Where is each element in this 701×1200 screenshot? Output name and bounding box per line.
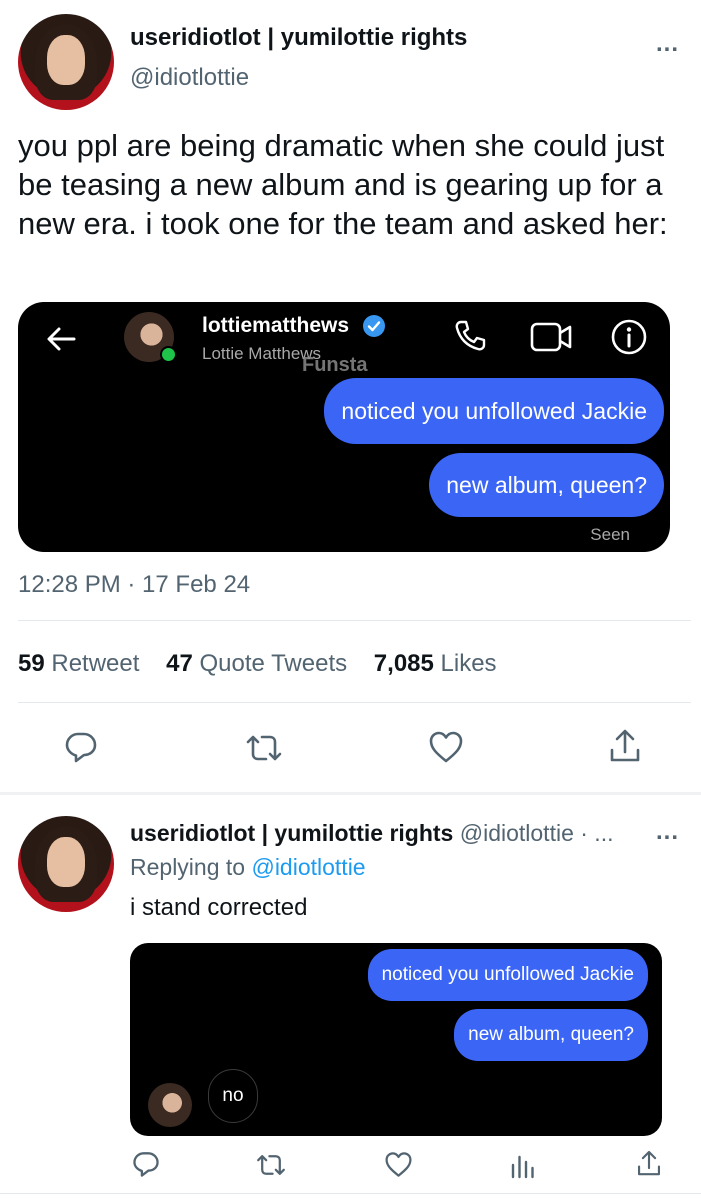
bottom-divider — [0, 1193, 701, 1194]
back-arrow-icon — [47, 327, 76, 351]
phone-call-icon — [455, 320, 486, 351]
share-icon[interactable] — [608, 728, 642, 764]
likes-count: 7,085 — [373, 650, 434, 677]
avatar-face — [46, 35, 86, 86]
retweet-label: Retweet — [51, 650, 140, 677]
dm-message-bubble: new album, queen? — [429, 453, 664, 517]
divider — [18, 620, 691, 621]
section-divider — [0, 792, 701, 795]
reply-icon[interactable] — [132, 1150, 160, 1178]
reply-header: useridiotlot | yumilottie rights @idiotl… — [130, 820, 613, 847]
dm-contact-avatar — [148, 1083, 192, 1127]
replying-handle-link[interactable]: @idiotlottie — [251, 854, 365, 880]
dm-message-bubble: noticed you unfollowed Jackie — [324, 378, 664, 444]
divider — [18, 702, 691, 703]
retweet-icon[interactable] — [244, 732, 284, 764]
tweet-timestamp[interactable]: 12:28 PM · 17 Feb 24 — [18, 571, 250, 599]
likes-stat[interactable]: 7,085 Likes — [374, 650, 497, 677]
like-heart-icon[interactable] — [384, 1151, 413, 1178]
seen-label: Seen — [590, 525, 630, 544]
reply-handle[interactable]: @idiotlottie · ... — [460, 820, 614, 846]
reply-more-options-icon[interactable]: ... — [656, 818, 679, 846]
replying-to-line: Replying to @idiotlottie — [130, 854, 366, 881]
dm-username: lottiematthews — [202, 314, 350, 337]
reply-display-name[interactable]: useridiotlot | yumilottie rights — [130, 820, 453, 846]
dm-message-bubble: noticed you unfollowed Jackie — [367, 949, 648, 1001]
video-call-icon — [530, 322, 572, 352]
likes-label: Likes — [440, 650, 497, 677]
analytics-icon[interactable] — [510, 1151, 536, 1179]
reply-dm-screenshot: noticed you unfollowed Jackie new album,… — [130, 943, 662, 1136]
author-display-name[interactable]: useridiotlot | yumilottie rights — [130, 24, 467, 52]
info-icon — [611, 319, 647, 355]
dm-incoming-bubble: no — [208, 1069, 258, 1123]
watermark-label: Funsta — [302, 354, 368, 376]
quote-label: Quote Tweets — [199, 650, 348, 677]
verified-badge-icon — [363, 315, 385, 337]
retweet-count: 59 — [18, 650, 45, 677]
reply-author-avatar[interactable] — [18, 816, 114, 912]
online-status-dot — [160, 346, 177, 363]
replying-prefix: Replying to — [130, 854, 246, 880]
author-avatar[interactable] — [18, 14, 114, 110]
author-handle[interactable]: @idiotlottie — [130, 64, 249, 92]
avatar-face — [46, 837, 86, 888]
like-heart-icon[interactable] — [428, 730, 464, 764]
quote-tweets-stat[interactable]: 47 Quote Tweets — [166, 650, 347, 677]
reply-icon[interactable] — [64, 730, 98, 764]
more-options-icon[interactable]: ... — [656, 30, 679, 58]
engagement-stats: 59 Retweet 47 Quote Tweets 7,085 Likes — [18, 650, 517, 678]
retweet-icon[interactable] — [255, 1152, 287, 1178]
quote-count: 47 — [166, 650, 193, 677]
dm-message-bubble: new album, queen? — [454, 1009, 648, 1061]
reply-text: i stand corrected — [130, 894, 308, 921]
tweet-text: you ppl are being dramatic when she coul… — [18, 128, 668, 241]
retweet-stat[interactable]: 59 Retweet — [18, 650, 139, 677]
share-icon[interactable] — [636, 1149, 662, 1178]
dm-screenshot: lottiematthews Lottie Matthews Funsta no… — [18, 302, 670, 552]
